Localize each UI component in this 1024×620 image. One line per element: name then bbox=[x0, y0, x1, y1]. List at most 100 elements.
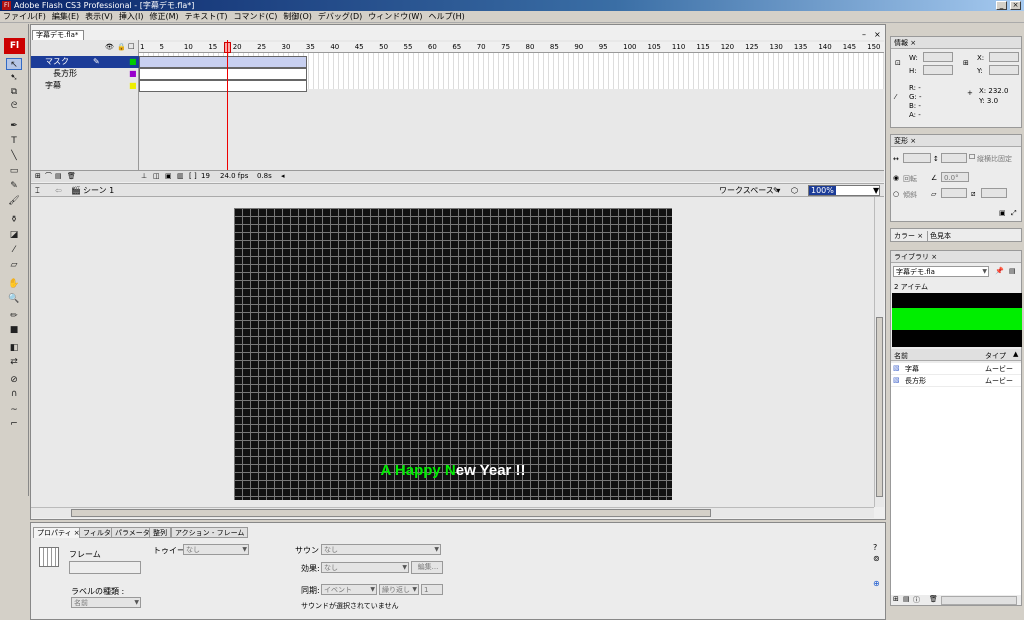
edit-scene-icon[interactable]: ✎ bbox=[773, 184, 780, 197]
settings-icon[interactable]: ⊚ bbox=[873, 554, 880, 563]
pencil-tool-icon[interactable]: ✎ bbox=[6, 180, 22, 192]
workspace-menu[interactable]: ワークスペース ▾ bbox=[719, 184, 780, 197]
tab-align[interactable]: 整列 bbox=[149, 527, 171, 538]
tab-actions[interactable]: アクション - フレーム bbox=[171, 527, 249, 538]
add-guide-icon[interactable]: ⌒ bbox=[45, 171, 52, 182]
straighten-icon[interactable]: ⌐ bbox=[6, 418, 22, 430]
sort-icon[interactable]: ▲ bbox=[1013, 350, 1018, 358]
lasso-tool-icon[interactable]: ᘓ bbox=[6, 100, 22, 112]
menu-text[interactable]: テキスト(T) bbox=[182, 11, 231, 23]
document-tab[interactable]: 字幕デモ.fla* bbox=[32, 30, 84, 40]
scroll-thumb[interactable] bbox=[71, 509, 711, 517]
copy-transform-icon[interactable]: ▣ bbox=[999, 209, 1006, 217]
rectangle-tool-icon[interactable]: ▭ bbox=[6, 165, 22, 177]
pin-library-icon[interactable]: 📌 bbox=[995, 267, 1004, 275]
zoom-dropdown-icon[interactable]: ▼ bbox=[873, 184, 879, 197]
repeat-select[interactable]: 繰り返し bbox=[379, 584, 419, 595]
doc-minimize-icon[interactable]: – bbox=[862, 30, 866, 39]
library-tab[interactable]: ライブラリ × bbox=[891, 251, 1021, 263]
tab-filters[interactable]: フィルタ bbox=[79, 527, 115, 538]
add-layer-icon[interactable]: ⊞ bbox=[35, 171, 41, 182]
edit-effect-button[interactable]: 編集... bbox=[411, 561, 443, 574]
swap-colors-icon[interactable]: ⇄ bbox=[6, 356, 22, 368]
effect-select[interactable]: なし bbox=[321, 562, 409, 573]
menu-view[interactable]: 表示(V) bbox=[82, 11, 116, 23]
scroll-left-icon[interactable]: ◂ bbox=[281, 171, 285, 182]
eraser-tool-icon[interactable]: ▱ bbox=[6, 259, 22, 271]
snap-to-objects-icon[interactable]: ∩ bbox=[6, 388, 22, 400]
menu-modify[interactable]: 修正(M) bbox=[146, 11, 181, 23]
menu-insert[interactable]: 挿入(I) bbox=[116, 11, 147, 23]
edit-multiple-icon[interactable]: ▥ bbox=[177, 171, 184, 182]
tab-properties[interactable]: プロパティ × bbox=[33, 527, 84, 538]
smooth-icon[interactable]: ~ bbox=[6, 404, 22, 416]
horizontal-scrollbar[interactable] bbox=[31, 507, 874, 518]
stroke-color-icon[interactable]: ✏ bbox=[6, 310, 22, 322]
frame-grid[interactable] bbox=[139, 53, 884, 92]
frame-span[interactable] bbox=[139, 56, 307, 68]
properties-icon[interactable]: ⓘ bbox=[913, 595, 920, 605]
modify-markers-icon[interactable]: [ ] bbox=[189, 171, 197, 182]
info-tab[interactable]: 情報 × bbox=[891, 37, 1021, 49]
col-name[interactable]: 名前 bbox=[894, 351, 908, 361]
menu-control[interactable]: 制御(O) bbox=[280, 11, 315, 23]
ink-bottle-tool-icon[interactable]: ⚱ bbox=[6, 214, 22, 226]
expand-icon[interactable]: ⊕ bbox=[873, 579, 880, 588]
brush-tool-icon[interactable]: 🖌 bbox=[6, 195, 22, 207]
new-symbol-icon[interactable]: ⊞ bbox=[893, 595, 899, 603]
stage-canvas[interactable] bbox=[234, 208, 672, 500]
layer-row[interactable]: 字幕 ■ bbox=[31, 80, 139, 92]
hand-tool-icon[interactable]: ✋ bbox=[6, 278, 22, 290]
free-transform-tool-icon[interactable]: ⧉ bbox=[6, 86, 22, 98]
edit-symbol-icon[interactable]: ⬡ bbox=[791, 184, 798, 197]
menu-window[interactable]: ウィンドウ(W) bbox=[365, 11, 425, 23]
new-folder-icon[interactable]: ▤ bbox=[903, 595, 910, 603]
onion-skin-icon[interactable]: ◫ bbox=[153, 171, 160, 182]
list-item[interactable]: ▧ 字幕 ムービー bbox=[891, 363, 1021, 374]
eye-icon[interactable]: 👁 bbox=[105, 43, 114, 51]
text-tool-icon[interactable]: T bbox=[6, 135, 22, 147]
menu-commands[interactable]: コマンド(C) bbox=[231, 11, 281, 23]
swatches-tab[interactable]: 色見本 bbox=[927, 231, 951, 241]
tab-parameters[interactable]: パラメータ bbox=[111, 527, 154, 538]
minimize-button[interactable]: _ bbox=[996, 1, 1007, 10]
transform-tab[interactable]: 変形 × bbox=[891, 135, 1021, 147]
line-tool-icon[interactable]: ╲ bbox=[6, 150, 22, 162]
paint-bucket-tool-icon[interactable]: ◪ bbox=[6, 229, 22, 241]
doc-close-icon[interactable]: × bbox=[874, 30, 881, 39]
zoom-tool-icon[interactable]: 🔍 bbox=[6, 293, 22, 305]
frame-name-input[interactable] bbox=[69, 561, 141, 574]
lock-icon[interactable]: 🔒 bbox=[117, 43, 126, 51]
menu-debug[interactable]: デバッグ(D) bbox=[315, 11, 365, 23]
layer-row[interactable]: マスク ✎ ■ bbox=[31, 56, 139, 68]
menu-edit[interactable]: 編集(E) bbox=[49, 11, 82, 23]
no-color-icon[interactable]: ⊘ bbox=[6, 374, 22, 386]
constrain-checkbox[interactable]: ☐ bbox=[969, 153, 975, 161]
outline-icon[interactable]: □ bbox=[128, 42, 135, 50]
library-file-select[interactable]: 字幕デモ.fla bbox=[893, 266, 989, 277]
close-window-button[interactable]: × bbox=[1010, 1, 1021, 10]
back-arrow-icon[interactable]: ⇦ bbox=[55, 184, 62, 197]
fill-color-icon[interactable]: ■ bbox=[6, 324, 22, 336]
menu-help[interactable]: ヘルプ(H) bbox=[425, 11, 467, 23]
frame-span[interactable] bbox=[139, 68, 307, 80]
label-type-select[interactable]: 名前 bbox=[71, 597, 141, 608]
scroll-thumb[interactable] bbox=[876, 317, 883, 497]
black-white-icon[interactable]: ◧ bbox=[6, 342, 22, 354]
reset-transform-icon[interactable]: ⤢ bbox=[1011, 209, 1017, 218]
color-tab[interactable]: カラー × bbox=[894, 231, 923, 241]
pen-tool-icon[interactable]: ✒ bbox=[6, 120, 22, 132]
add-folder-icon[interactable]: ▤ bbox=[55, 171, 62, 182]
library-hscroll[interactable] bbox=[941, 596, 1017, 605]
delete-icon[interactable]: 🗑 bbox=[929, 595, 938, 603]
repeat-count-input[interactable]: 1 bbox=[421, 584, 443, 595]
vertical-scrollbar[interactable] bbox=[874, 197, 884, 507]
delete-layer-icon[interactable]: 🗑 bbox=[67, 171, 76, 182]
frame-ruler[interactable]: 1 5 10 15 20 25 30 35 40 45 50 55 60 65 70 75 80 85 90 95 10… bbox=[139, 42, 884, 53]
help-icon[interactable]: ? bbox=[873, 543, 877, 552]
headline-text[interactable]: A Happy New Year !! bbox=[234, 462, 672, 479]
skew-radio[interactable]: ○ bbox=[893, 190, 899, 198]
frame-span[interactable] bbox=[139, 80, 307, 92]
tween-select[interactable]: なし bbox=[183, 544, 249, 555]
sound-select[interactable]: なし bbox=[321, 544, 441, 555]
